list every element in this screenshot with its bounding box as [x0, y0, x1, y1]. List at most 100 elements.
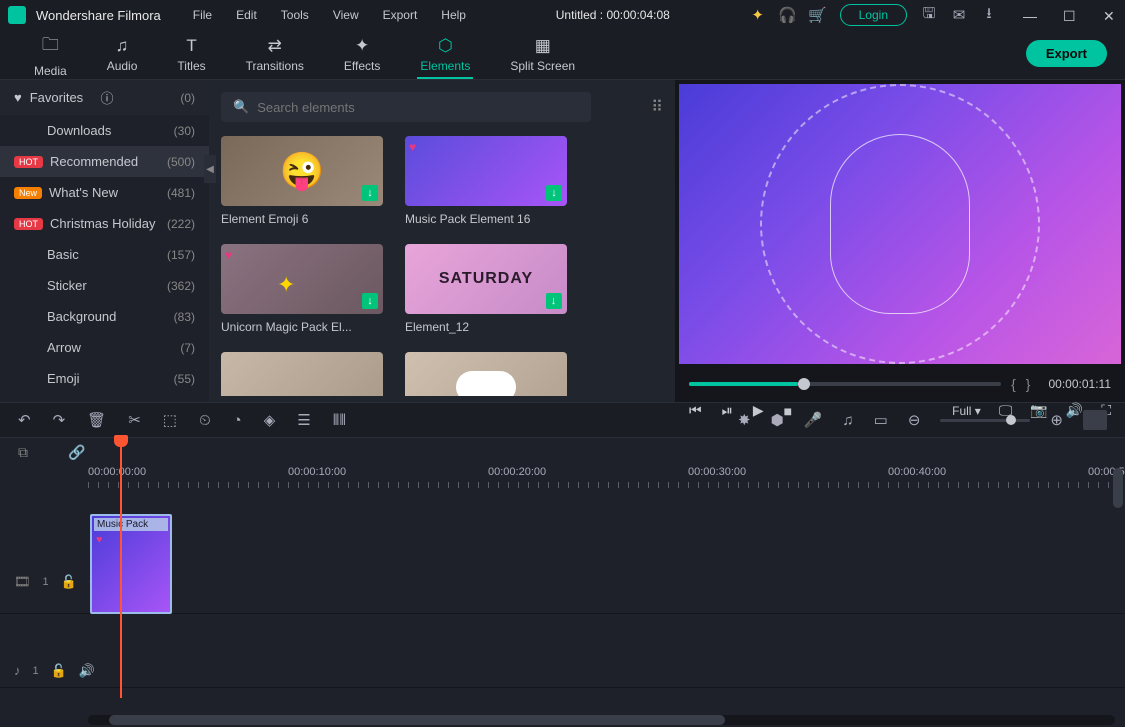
render-button[interactable]: ✸ [738, 411, 751, 429]
menu-tools[interactable]: Tools [271, 4, 319, 26]
close-button[interactable]: ✕ [1103, 8, 1117, 22]
menu-edit[interactable]: Edit [226, 4, 267, 26]
tab-elements[interactable]: ⬡Elements [400, 32, 490, 77]
track-video-icon: 🎞 [14, 574, 31, 590]
adjust-button[interactable]: ☰ [297, 411, 310, 429]
prev-frame-button[interactable]: ⏮ [689, 402, 702, 419]
sidebar-item-downloads[interactable]: Downloads(30) [0, 115, 209, 146]
marker-button[interactable]: ⬢ [771, 411, 784, 429]
elements-grid: 😜↓Element Emoji 6♥↓Music Pack Element 16… [221, 136, 663, 396]
element-label: Element_12 [405, 320, 567, 334]
menu-export[interactable]: Export [373, 4, 428, 26]
sidebar-item-label: Christmas Holiday [50, 216, 167, 231]
cut-button[interactable]: ✂ [128, 411, 141, 429]
mail-icon[interactable]: ✉ [951, 7, 967, 23]
menu-view[interactable]: View [323, 4, 369, 26]
element-card[interactable]: ♥↓Music Pack Element 16 [405, 136, 567, 226]
track-audio-icon: ♪ [14, 663, 21, 678]
tab-media[interactable]: 🗀Media [14, 28, 87, 82]
sidebar-item-recommended[interactable]: HOTRecommended(500) [0, 146, 209, 177]
lock-icon[interactable]: 🔓 [61, 574, 77, 590]
element-thumbnail: SATURDAY↓ [405, 244, 567, 314]
menu-help[interactable]: Help [431, 4, 476, 26]
save-icon[interactable]: 🖫 [921, 7, 937, 23]
lightbulb-icon[interactable]: ✦ [750, 7, 766, 23]
maximize-button[interactable]: ☐ [1063, 8, 1077, 22]
grid-view-icon[interactable]: ⠿ [651, 97, 663, 117]
color-button[interactable]: ◔ [233, 412, 242, 429]
crop-button[interactable]: ⬚ [163, 411, 177, 429]
element-card[interactable]: 😜↓Element Emoji 6 [221, 136, 383, 226]
tab-transitions[interactable]: ⇄Transitions [226, 32, 324, 77]
download-icon[interactable]: ⭳ [981, 7, 997, 23]
ruler-label: 00:00:00:00 [88, 466, 146, 478]
tab-audio[interactable]: ♫Audio [87, 32, 158, 77]
track-manager-icon[interactable]: ⧉ [18, 444, 28, 461]
link-icon[interactable]: 🔗 [68, 444, 85, 461]
mixer-button[interactable]: ♫ [842, 412, 853, 429]
lock-icon[interactable]: 🔓 [51, 663, 67, 679]
element-card[interactable]: ↓ [405, 352, 567, 396]
sidebar-item-emoji[interactable]: Emoji(55) [0, 363, 209, 394]
zoom-out-button[interactable]: ⊖ [908, 411, 921, 429]
sidebar-item-background[interactable]: Background(83) [0, 301, 209, 332]
sidebar-item-count: (481) [167, 186, 195, 200]
export-button[interactable]: Export [1026, 40, 1107, 67]
timeline-ruler[interactable]: 00:00:00:00 00:00:10:00 00:00:20:00 00:0… [88, 466, 1115, 490]
timeline-clip[interactable]: Music Pack ♥ [90, 514, 172, 614]
element-label: Unicorn Magic Pack El... [221, 320, 383, 334]
timeline-h-scrollbar[interactable] [88, 715, 1115, 725]
download-icon[interactable]: ↓ [362, 185, 378, 201]
download-icon[interactable]: ↓ [546, 293, 562, 309]
headphones-icon[interactable]: 🎧 [780, 7, 796, 23]
search-input[interactable] [257, 100, 579, 115]
keyframe-button[interactable]: ◈ [264, 411, 276, 429]
ratio-button[interactable]: ▭ [874, 411, 888, 429]
ruler-label: 00:00:40:00 [888, 466, 946, 478]
download-icon[interactable]: ↓ [546, 185, 562, 201]
delete-button[interactable]: 🗑 [87, 411, 106, 429]
zoom-slider[interactable] [940, 419, 1030, 422]
sidebar-item-sticker[interactable]: Sticker(362) [0, 270, 209, 301]
heart-icon: ♥ [96, 534, 103, 546]
track-label: 1 [43, 576, 49, 588]
transition-icon: ⇄ [268, 36, 282, 56]
mark-in-button[interactable]: { [1011, 376, 1016, 392]
speed-button[interactable]: ⏲ [199, 412, 211, 429]
element-thumbnail: ♥✦↓ [221, 244, 383, 314]
tab-titles[interactable]: TTitles [157, 32, 225, 77]
element-card[interactable]: ♥✦↓ Unicorn Magic Pack El... [221, 244, 383, 334]
zoom-fit-button[interactable] [1083, 410, 1107, 430]
sidebar-item-arrow[interactable]: Arrow(7) [0, 332, 209, 363]
element-card[interactable]: SATURDAY↓ Element_12 [405, 244, 567, 334]
sidebar-item-christmas-holiday[interactable]: HOTChristmas Holiday(222) [0, 208, 209, 239]
collapse-sidebar-button[interactable]: ◀ [204, 155, 216, 183]
audio-wave-button[interactable]: ⦀⦀ [333, 412, 346, 429]
preview-canvas[interactable] [679, 84, 1121, 364]
menu-file[interactable]: File [183, 4, 222, 26]
sidebar-item-basic[interactable]: Basic(157) [0, 239, 209, 270]
search-box[interactable]: 🔍 [221, 92, 591, 122]
seek-bar[interactable] [689, 382, 1001, 386]
sidebar-favorites[interactable]: ♥ Favorites ⓘ (0) [0, 80, 209, 115]
video-track[interactable]: 🎞 1 🔓 👁 Music Pack ♥ [0, 550, 1125, 614]
voiceover-button[interactable]: 🎤 [804, 411, 823, 429]
element-card[interactable]: ↓ [221, 352, 383, 396]
timeline: ⧉ 🔗 00:00:00:00 00:00:10:00 00:00:20:00 … [0, 438, 1125, 727]
minimize-button[interactable]: — [1023, 8, 1037, 22]
cart-icon[interactable]: 🛒 [810, 7, 826, 23]
playhead[interactable] [120, 438, 122, 698]
download-icon[interactable]: ↓ [362, 293, 378, 309]
login-button[interactable]: Login [840, 4, 907, 26]
play-pause-button[interactable]: ⏯ [722, 402, 733, 419]
mark-out-button[interactable]: } [1026, 376, 1031, 392]
sidebar-item-what-s-new[interactable]: NewWhat's New(481) [0, 177, 209, 208]
hot-badge: HOT [14, 156, 43, 168]
redo-button[interactable]: ↷ [53, 411, 66, 429]
timeline-v-scrollbar[interactable] [1113, 468, 1123, 508]
undo-button[interactable]: ↶ [18, 411, 31, 429]
audio-track[interactable]: ♪ 1 🔓 🔊 [0, 654, 1125, 688]
tab-splitscreen[interactable]: ▦Split Screen [490, 32, 595, 77]
zoom-in-button[interactable]: ⊕ [1050, 411, 1063, 429]
tab-effects[interactable]: ✦Effects [324, 32, 400, 77]
